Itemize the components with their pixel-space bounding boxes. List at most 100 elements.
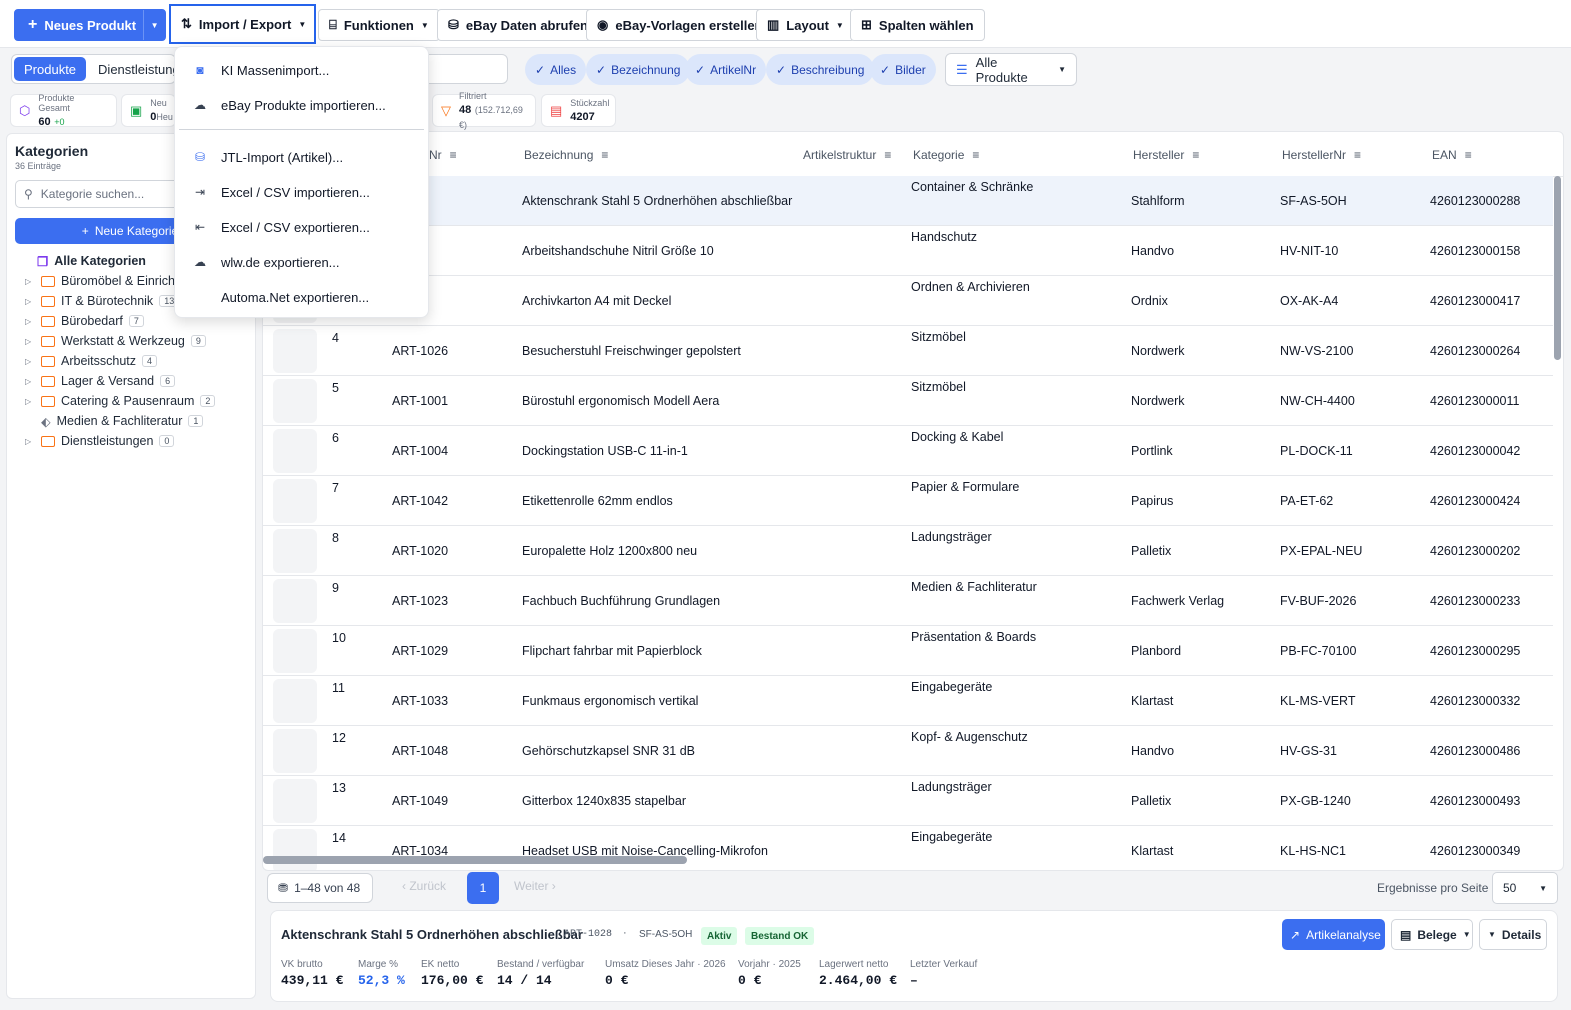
details-button[interactable]: ▼ Details: [1479, 919, 1547, 950]
belege-button[interactable]: ▤ Belege ▼: [1391, 919, 1473, 950]
chevron-right-icon[interactable]: ▷: [25, 277, 35, 286]
table-row[interactable]: 10 ART-1029 Flipchart fahrbar mit Papierbl…: [263, 626, 1553, 676]
import-export-button[interactable]: ⇅ Import / Export ▼: [169, 4, 316, 44]
funktionen-label: Funktionen: [343, 17, 414, 33]
table-row[interactable]: 41Archivkarton A4 mit DeckelOrdnen & Arc…: [263, 276, 1553, 326]
tab-produkte[interactable]: Produkte: [14, 57, 87, 81]
menu-item-jtl-import[interactable]: ⛁ JTL-Import (Artikel)...: [193, 147, 343, 167]
sidebar-item-category[interactable]: ⬖ Medien & Fachliteratur 1: [25, 412, 204, 430]
filter-lines-icon: ☰: [956, 61, 968, 77]
category-count: 4: [142, 355, 158, 367]
chevron-right-icon[interactable]: ▷: [25, 357, 35, 366]
chevron-down-icon: ▼: [1058, 65, 1066, 74]
next-page-button[interactable]: Weiter ›: [514, 879, 556, 893]
stat-label: Neu: [150, 98, 167, 108]
funktionen-button[interactable]: ⌸ Funktionen ▼: [318, 9, 440, 41]
table-row[interactable]: 14 ART-1034 Headset USB mit Noise-Cancelli…: [263, 826, 1553, 870]
table-row[interactable]: 8 ART-1020 Europalette Holz 1200x800 neu La…: [263, 526, 1553, 576]
database-icon: ⛁: [194, 150, 206, 164]
menu-item-excel-import[interactable]: ⇥ Excel / CSV importieren...: [193, 182, 370, 202]
ebay-abrufen-button[interactable]: ⛁ eBay Daten abrufen: [437, 9, 599, 41]
header-label: Hersteller: [1133, 148, 1185, 162]
sidebar-item-category[interactable]: ▷ IT & Bürotechnik 13: [25, 292, 180, 310]
per-page-select[interactable]: 50 ▼: [1492, 872, 1558, 904]
filter-icon[interactable]: ≡: [1354, 148, 1361, 162]
chip-label: Beschreibung: [791, 62, 865, 77]
stat-label: Filtriert: [459, 90, 487, 101]
table-row[interactable]: 28Aktenschrank Stahl 5 Ordnerhöhen absch…: [263, 176, 1553, 226]
menu-item-excel-export[interactable]: ⇤ Excel / CSV exportieren...: [193, 217, 370, 237]
filter-icon[interactable]: ≡: [1192, 148, 1199, 162]
product-thumbnail: [273, 729, 317, 773]
tab-dienstleistungen[interactable]: Dienstleistung: [88, 55, 175, 83]
chevron-right-icon[interactable]: ▷: [25, 397, 35, 406]
sidebar-item-category[interactable]: ▷ Bürobedarf 7: [25, 312, 144, 330]
hersteller-cell: Klartast: [1131, 844, 1174, 858]
folder-icon: [41, 295, 55, 307]
table-row[interactable]: 12 ART-1048 Gehörschutzkapsel SNR 31 dB Kop…: [263, 726, 1553, 776]
table-row[interactable]: 13 ART-1049 Gitterbox 1240x835 stapelbar La…: [263, 776, 1553, 826]
filter-icon[interactable]: ≡: [884, 148, 891, 162]
col-header-artikelstruktur[interactable]: Artikelstruktur ≡: [803, 148, 891, 162]
menu-item-ebay-import[interactable]: ☁ eBay Produkte importieren...: [193, 95, 386, 115]
artikelanalyse-button[interactable]: ↗ Artikelanalyse: [1282, 919, 1385, 950]
filter-icon[interactable]: ≡: [601, 148, 608, 162]
menu-item-ki-massenimport[interactable]: ◙ KI Massenimport...: [193, 60, 329, 80]
col-header-hersteller[interactable]: Hersteller ≡: [1133, 148, 1199, 162]
sidebar-item-category[interactable]: ▷ Büromöbel & Einricht: [25, 272, 178, 290]
detail-field-value: 52,3 %: [358, 973, 405, 988]
horizontal-scrollbar[interactable]: [263, 856, 687, 864]
filter-chip-bezeichnung[interactable]: ✓ Bezeichnung: [586, 54, 691, 85]
sidebar-item-category[interactable]: ▷ Lager & Versand 6: [25, 372, 176, 390]
chevron-right-icon[interactable]: ▷: [25, 437, 35, 446]
folder-icon: [41, 335, 55, 347]
sidebar-item-label: Werkstatt & Werkzeug: [61, 334, 185, 348]
filter-icon[interactable]: ≡: [450, 148, 457, 162]
per-page-label: Ergebnisse pro Seite: [1377, 881, 1489, 895]
herstellernr-cell: PL-DOCK-11: [1280, 444, 1353, 458]
filter-icon[interactable]: ≡: [1465, 148, 1472, 162]
sidebar-item-category[interactable]: ▷ Dienstleistungen 0: [25, 432, 175, 450]
menu-item-automa-export[interactable]: Automa.Net exportieren...: [193, 287, 369, 307]
table-row[interactable]: 6 ART-1004 Dockingstation USB-C 11-in-1 Doc…: [263, 426, 1553, 476]
layout-button[interactable]: ▥ Layout ▼: [756, 9, 855, 41]
row-number: 4: [332, 331, 339, 345]
chevron-right-icon[interactable]: ▷: [25, 317, 35, 326]
page-button-1[interactable]: 1: [467, 872, 499, 904]
chevron-down-icon[interactable]: ▼: [143, 10, 165, 40]
filter-chip-artikelnr[interactable]: ✓ ArtikelNr: [685, 54, 767, 85]
filter-icon[interactable]: ≡: [972, 148, 979, 162]
new-product-button[interactable]: + Neues Produkt ▼: [14, 9, 166, 41]
ebay-vorlagen-button[interactable]: ◉ eBay-Vorlagen erstellen: [586, 9, 774, 41]
col-header-herstellernr[interactable]: HerstellerNr ≡: [1282, 148, 1361, 162]
table-row[interactable]: 4 ART-1026 Besucherstuhl Freischwinger gep…: [263, 326, 1553, 376]
filter-chip-beschreibung[interactable]: ✓ Beschreibung: [766, 54, 875, 85]
col-header-nr[interactable]: Nr ≡: [429, 148, 457, 162]
table-row[interactable]: 9 ART-1023 Fachbuch Buchführung Grundlagen…: [263, 576, 1553, 626]
vertical-scrollbar[interactable]: [1554, 176, 1561, 360]
chevron-right-icon[interactable]: ▷: [25, 297, 35, 306]
detail-field-value: 0 €: [605, 973, 629, 988]
col-header-bezeichnung[interactable]: Bezeichnung ≡: [524, 148, 608, 162]
hersteller-cell: Palletix: [1131, 544, 1172, 558]
table-row[interactable]: 7 ART-1042 Etikettenrolle 62mm endlos Papie…: [263, 476, 1553, 526]
sidebar-item-category[interactable]: ▷ Catering & Pausenraum 2: [25, 392, 216, 410]
product-filter-select[interactable]: ☰ Alle Produkte ▼: [945, 53, 1077, 86]
col-header-ean[interactable]: EAN ≡: [1432, 148, 1472, 162]
funnel-icon: ▽: [441, 102, 451, 118]
prev-page-button[interactable]: ‹ Zurück: [402, 879, 446, 893]
chevron-right-icon[interactable]: ▷: [25, 377, 35, 386]
col-header-kategorie[interactable]: Kategorie ≡: [913, 148, 979, 162]
sidebar-item-category[interactable]: ▷ Werkstatt & Werkzeug 9: [25, 332, 206, 350]
table-row[interactable]: 5 ART-1001 Bürostuhl ergonomisch Modell Ae…: [263, 376, 1553, 426]
table-row[interactable]: 11 ART-1033 Funkmaus ergonomisch vertikal E…: [263, 676, 1553, 726]
sidebar-item-alle[interactable]: ❐ Alle Kategorien: [37, 252, 146, 270]
filter-chip-bilder[interactable]: ✓ Bilder: [870, 54, 936, 85]
chevron-right-icon[interactable]: ▷: [25, 337, 35, 346]
filter-chip-alles[interactable]: ✓ Alles: [525, 54, 587, 85]
menu-item-wlw-export[interactable]: ☁ wlw.de exportieren...: [193, 252, 340, 272]
sidebar-item-label: Büromöbel & Einricht: [61, 274, 179, 288]
sidebar-item-category[interactable]: ▷ Arbeitsschutz 4: [25, 352, 158, 370]
table-row[interactable]: 15Arbeitshandschuhe Nitril Größe 10Hands…: [263, 226, 1553, 276]
spalten-button[interactable]: ⊞ Spalten wählen: [850, 9, 985, 41]
